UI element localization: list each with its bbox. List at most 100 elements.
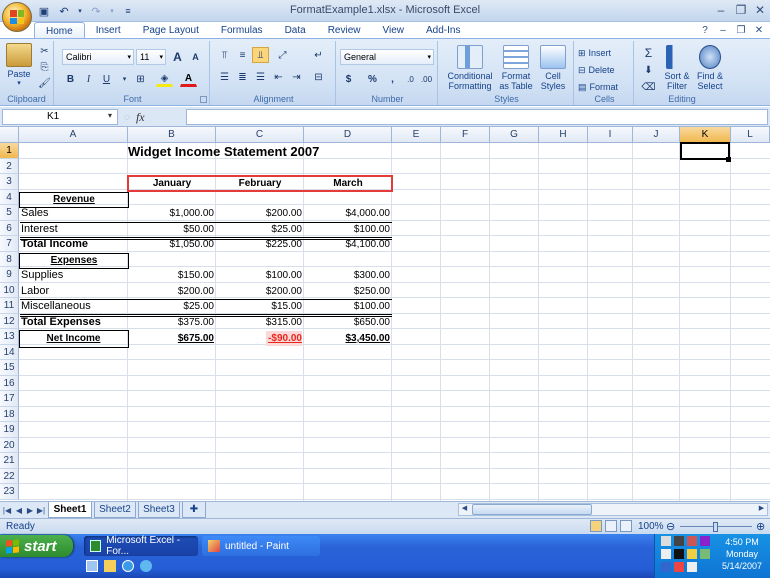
- font-color-icon[interactable]: A: [180, 71, 197, 87]
- comma-button[interactable]: ,: [384, 71, 401, 87]
- scroll-left-icon[interactable]: ◀: [459, 504, 470, 515]
- tray-icon[interactable]: [674, 549, 684, 559]
- row-label[interactable]: Sales: [21, 206, 126, 221]
- format-cells-button[interactable]: ▤ Format: [578, 79, 618, 95]
- align-middle-icon[interactable]: ≡: [234, 47, 251, 63]
- value-january[interactable]: $675.00: [128, 331, 214, 346]
- header-january[interactable]: January: [128, 176, 216, 191]
- row-header-10[interactable]: 10: [0, 282, 19, 298]
- font-name-select[interactable]: Calibri ▾: [62, 49, 134, 65]
- value-february[interactable]: $15.00: [216, 299, 302, 314]
- orientation-icon[interactable]: ⤢: [274, 47, 291, 63]
- name-box-dropdown-icon[interactable]: ▾: [108, 111, 112, 120]
- select-all-button[interactable]: [0, 127, 19, 143]
- value-february[interactable]: -$90.00: [266, 331, 302, 346]
- zoom-in-icon[interactable]: ⊕: [756, 520, 765, 533]
- row-header-13[interactable]: 13: [0, 329, 19, 345]
- undo-icon[interactable]: ↶: [56, 3, 72, 19]
- ribbon-restore-button[interactable]: ❐: [734, 23, 748, 37]
- value-march[interactable]: $4,100.00: [304, 237, 391, 252]
- tray-icon[interactable]: [661, 536, 671, 546]
- close-button[interactable]: ✕: [751, 2, 769, 18]
- value-march[interactable]: $250.00: [304, 284, 390, 299]
- save-icon[interactable]: ▣: [36, 3, 52, 19]
- zoom-out-icon[interactable]: ⊖: [666, 520, 675, 533]
- align-left-icon[interactable]: ☰: [216, 69, 233, 85]
- page-break-view-icon[interactable]: [620, 520, 632, 532]
- sheet-tab-sheet1[interactable]: Sheet1: [48, 502, 92, 518]
- increase-decimal-icon[interactable]: .0: [402, 71, 419, 87]
- value-february[interactable]: $25.00: [216, 222, 302, 237]
- value-january[interactable]: $50.00: [128, 222, 214, 237]
- row-header-22[interactable]: 22: [0, 468, 19, 484]
- value-march[interactable]: $100.00: [304, 299, 390, 314]
- fill-icon[interactable]: ⬇: [640, 62, 657, 78]
- row-header-6[interactable]: 6: [0, 220, 19, 236]
- row-header-2[interactable]: 2: [0, 158, 19, 174]
- row-header-20[interactable]: 20: [0, 437, 19, 453]
- clear-icon[interactable]: ⌫: [640, 79, 657, 95]
- ribbon-close-button[interactable]: ✕: [752, 23, 766, 37]
- row-header-17[interactable]: 17: [0, 391, 19, 407]
- row-header-3[interactable]: 3: [0, 174, 19, 190]
- column-header-g[interactable]: G: [490, 127, 539, 143]
- page-layout-view-icon[interactable]: [605, 520, 617, 532]
- row-header-9[interactable]: 9: [0, 267, 19, 283]
- sort-filter-button[interactable]: Sort & Filter: [662, 45, 692, 91]
- delete-cells-button[interactable]: ⊟ Delete: [578, 62, 615, 78]
- taskbar-excel[interactable]: Microsoft Excel - For...: [84, 535, 198, 557]
- column-header-d[interactable]: D: [304, 127, 392, 143]
- value-march[interactable]: $100.00: [304, 222, 390, 237]
- expand-icon[interactable]: ◌: [124, 112, 130, 123]
- row-label[interactable]: Supplies: [21, 268, 126, 283]
- number-format-select[interactable]: General ▾: [340, 49, 434, 65]
- fill-color-icon[interactable]: ◈: [156, 71, 173, 87]
- column-header-h[interactable]: H: [539, 127, 588, 143]
- ribbon-minimize-button[interactable]: –: [716, 23, 730, 37]
- tab-review[interactable]: Review: [317, 22, 372, 39]
- conditional-formatting-button[interactable]: Conditional Formatting: [444, 45, 496, 91]
- undo-dropdown-icon[interactable]: ▾: [76, 3, 84, 19]
- row-header-4[interactable]: 4: [0, 189, 19, 205]
- value-february[interactable]: $225.00: [216, 237, 302, 252]
- value-january[interactable]: $1,050.00: [128, 237, 215, 252]
- row-label[interactable]: Net Income: [21, 331, 126, 346]
- normal-view-icon[interactable]: [590, 520, 602, 532]
- formula-input[interactable]: [186, 109, 768, 125]
- value-february[interactable]: $100.00: [216, 268, 302, 283]
- header-february[interactable]: February: [216, 176, 304, 191]
- row-label[interactable]: Interest: [21, 222, 126, 237]
- row-header-14[interactable]: 14: [0, 344, 19, 360]
- tray-icon[interactable]: [700, 536, 710, 546]
- decrease-indent-icon[interactable]: ⇤: [270, 69, 287, 85]
- tab-add-ins[interactable]: Add-Ins: [415, 22, 471, 39]
- name-box[interactable]: K1: [2, 109, 118, 125]
- value-march[interactable]: $650.00: [304, 315, 390, 330]
- column-header-j[interactable]: J: [633, 127, 680, 143]
- tray-icon[interactable]: [674, 536, 684, 546]
- borders-icon[interactable]: ⊞: [132, 71, 149, 87]
- row-header-21[interactable]: 21: [0, 453, 19, 469]
- value-march[interactable]: $300.00: [304, 268, 390, 283]
- row-label[interactable]: Miscellaneous: [21, 299, 126, 314]
- office-button[interactable]: [2, 2, 32, 32]
- sheet-tab-sheet3[interactable]: Sheet3: [138, 502, 180, 518]
- column-header-i[interactable]: I: [588, 127, 633, 143]
- row-header-5[interactable]: 5: [0, 205, 19, 221]
- merge-center-icon[interactable]: ⊟: [310, 69, 327, 85]
- format-as-table-button[interactable]: Format as Table: [498, 45, 534, 91]
- row-label[interactable]: Labor: [21, 284, 126, 299]
- column-header-e[interactable]: E: [392, 127, 441, 143]
- grow-font-button[interactable]: A: [169, 49, 186, 65]
- font-dialog-launcher-icon[interactable]: [200, 96, 207, 103]
- minimize-button[interactable]: –: [712, 2, 730, 18]
- worksheet-grid[interactable]: ABCDEFGHIJKL 1 2 3 4 5 6 7 8 9 10 11 12 13 14 15 16 17 18…: [0, 127, 770, 501]
- zoom-slider-thumb[interactable]: [713, 522, 718, 532]
- tray-icon[interactable]: [687, 562, 697, 572]
- tray-icon[interactable]: [687, 549, 697, 559]
- column-header-k[interactable]: K: [680, 127, 731, 143]
- column-header-b[interactable]: B: [128, 127, 216, 143]
- row-header-12[interactable]: 12: [0, 313, 19, 329]
- copy-icon[interactable]: ⎘: [36, 59, 53, 75]
- value-february[interactable]: $315.00: [216, 315, 302, 330]
